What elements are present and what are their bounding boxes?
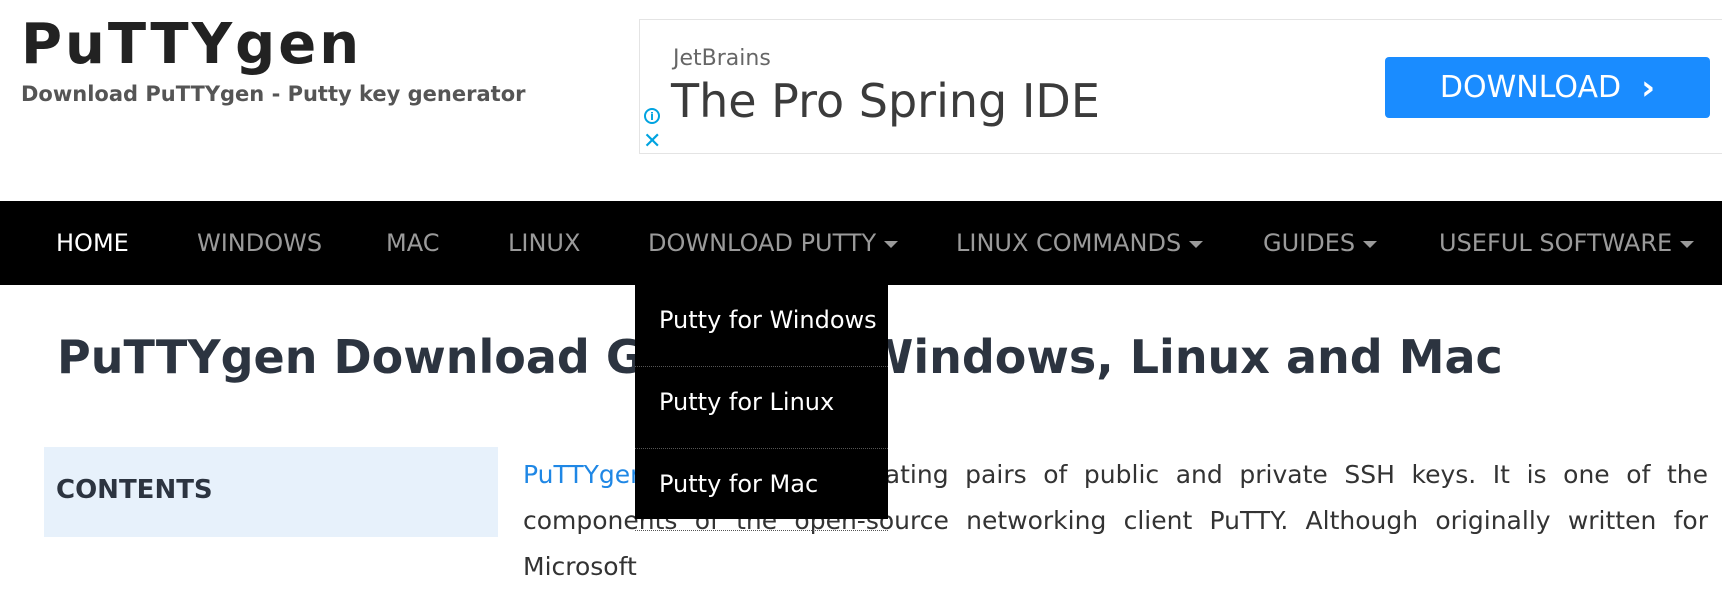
- nav-item-useful-software[interactable]: USEFUL SOFTWARE: [1439, 201, 1695, 285]
- caret-down-icon: [884, 240, 899, 248]
- nav-label-windows: WINDOWS: [197, 229, 323, 257]
- caret-down-icon: [1363, 240, 1378, 248]
- chevron-right-icon: ›: [1641, 67, 1656, 108]
- nav-item-mac[interactable]: MAC: [386, 201, 439, 285]
- nav-label-linux: LINUX: [508, 229, 581, 257]
- caret-down-icon: [1189, 240, 1204, 248]
- nav-item-windows[interactable]: WINDOWS: [197, 201, 322, 285]
- info-icon[interactable]: i: [644, 108, 660, 124]
- nav-item-linux-commands[interactable]: LINUX COMMANDS: [956, 201, 1204, 285]
- download-putty-dropdown: Putty for Windows Putty for Linux Putty …: [635, 285, 888, 531]
- ad-banner[interactable]: JetBrains The Pro Spring IDE i ✕ DOWNLOA…: [639, 19, 1722, 154]
- contents-heading[interactable]: CONTENTS: [56, 475, 213, 505]
- dropdown-item-putty-linux[interactable]: Putty for Linux: [635, 367, 888, 449]
- nav-label-home: HOME: [56, 229, 129, 257]
- nav-label-linux-commands: LINUX COMMANDS: [956, 229, 1182, 257]
- site-subtitle: Download PuTTYgen - Putty key generator: [21, 81, 526, 106]
- nav-item-guides[interactable]: GUIDES: [1263, 201, 1378, 285]
- nav-label-guides: GUIDES: [1263, 229, 1356, 257]
- nav-item-download-putty[interactable]: DOWNLOAD PUTTY: [648, 201, 899, 285]
- ad-headline[interactable]: The Pro Spring IDE: [671, 74, 1100, 128]
- caret-down-icon: [1680, 240, 1695, 248]
- nav-label-useful-software: USEFUL SOFTWARE: [1439, 229, 1673, 257]
- ad-download-label: DOWNLOAD: [1439, 70, 1622, 105]
- site-title[interactable]: PuTTYgen: [21, 14, 525, 76]
- nav-item-linux[interactable]: LINUX: [508, 201, 580, 285]
- main-nav: HOME WINDOWS MAC LINUX DOWNLOAD PUTTY LI…: [0, 201, 1722, 285]
- nav-label-mac: MAC: [386, 229, 440, 257]
- puttygen-link[interactable]: PuTTYgen: [523, 460, 646, 489]
- ad-brand: JetBrains: [673, 46, 771, 71]
- nav-label-download-putty: DOWNLOAD PUTTY: [648, 229, 877, 257]
- close-icon[interactable]: ✕: [643, 131, 661, 153]
- site-brand[interactable]: PuTTYgen Download PuTTYgen - Putty key g…: [21, 14, 525, 106]
- nav-item-home[interactable]: HOME: [56, 201, 129, 285]
- table-of-contents: CONTENTS: [44, 447, 498, 537]
- ad-download-button[interactable]: DOWNLOAD ›: [1385, 57, 1710, 118]
- dropdown-item-putty-windows[interactable]: Putty for Windows: [635, 285, 888, 367]
